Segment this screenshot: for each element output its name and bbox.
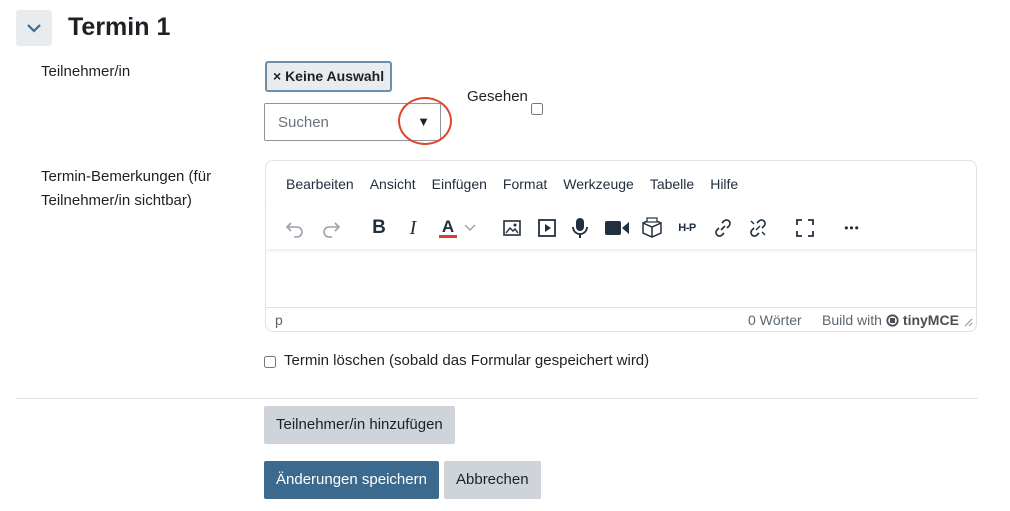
italic-icon[interactable]: I: [400, 215, 426, 241]
fullscreen-icon[interactable]: [792, 215, 818, 241]
delete-appointment-checkbox[interactable]: [264, 356, 276, 368]
editor-statusbar: p 0 Wörter Build with tinyMCE: [266, 307, 976, 331]
participant-label: Teilnehmer/in: [41, 63, 131, 80]
cancel-button[interactable]: Abbrechen: [444, 461, 541, 499]
more-icon[interactable]: •••: [839, 215, 865, 241]
dropdown-arrow-icon[interactable]: ▼: [417, 113, 430, 131]
image-icon[interactable]: [499, 215, 525, 241]
section-divider: [16, 398, 978, 399]
cube-icon[interactable]: [639, 215, 665, 241]
tinymce-branding[interactable]: Build with tinyMCE: [822, 312, 959, 328]
redo-icon[interactable]: [318, 215, 344, 241]
menu-tabelle[interactable]: Tabelle: [642, 173, 702, 195]
menu-werkzeuge[interactable]: Werkzeuge: [555, 173, 642, 195]
element-path[interactable]: p: [275, 312, 283, 328]
participant-search-box: ▼: [264, 103, 441, 141]
brand-prefix: Build with: [822, 312, 882, 328]
text-color-icon[interactable]: A: [436, 215, 460, 241]
bold-icon[interactable]: B: [366, 215, 392, 241]
editor-menubar: Bearbeiten Ansicht Einfügen Format Werkz…: [278, 173, 746, 195]
h5p-icon[interactable]: H-P: [672, 215, 702, 241]
editor-toolbar: B I A H-P •••: [266, 207, 976, 249]
menu-bearbeiten[interactable]: Bearbeiten: [278, 173, 362, 195]
microphone-icon[interactable]: [567, 215, 593, 241]
media-icon[interactable]: [534, 215, 560, 241]
seen-checkbox[interactable]: [531, 103, 543, 115]
undo-icon[interactable]: [282, 215, 308, 241]
menu-ansicht[interactable]: Ansicht: [362, 173, 424, 195]
menu-einfuegen[interactable]: Einfügen: [424, 173, 495, 195]
text-color-letter: A: [441, 217, 455, 236]
unlink-icon[interactable]: [745, 215, 771, 241]
resize-handle-icon[interactable]: [963, 314, 973, 330]
link-icon[interactable]: [710, 215, 736, 241]
tinymce-logo-icon: [886, 313, 899, 327]
brand-name: tinyMCE: [902, 312, 959, 328]
add-participant-button[interactable]: Teilnehmer/in hinzufügen: [264, 406, 455, 444]
chevron-down-icon: [27, 24, 41, 33]
selected-participant-chip[interactable]: × Keine Auswahl: [265, 61, 393, 92]
rich-text-editor: Bearbeiten Ansicht Einfügen Format Werkz…: [265, 160, 977, 332]
save-changes-button[interactable]: Änderungen speichern: [264, 461, 439, 499]
editor-content-area[interactable]: [266, 249, 976, 307]
text-color-bar: [439, 235, 457, 238]
remarks-label-line1: Termin-Bemerkungen (für: [41, 168, 212, 185]
menu-format[interactable]: Format: [495, 173, 555, 195]
section-title: Termin 1: [68, 13, 171, 41]
seen-label: Gesehen: [467, 88, 528, 105]
video-camera-icon[interactable]: [603, 215, 631, 241]
section-collapse-button[interactable]: [16, 10, 52, 46]
text-color-dropdown-icon[interactable]: [462, 215, 478, 241]
word-count[interactable]: 0 Wörter: [748, 312, 802, 328]
menu-hilfe[interactable]: Hilfe: [702, 173, 746, 195]
delete-appointment-label[interactable]: Termin löschen (sobald das Formular gesp…: [284, 349, 649, 373]
participant-search-input[interactable]: [266, 105, 420, 139]
remarks-label-line2: Teilnehmer/in sichtbar): [41, 192, 192, 209]
